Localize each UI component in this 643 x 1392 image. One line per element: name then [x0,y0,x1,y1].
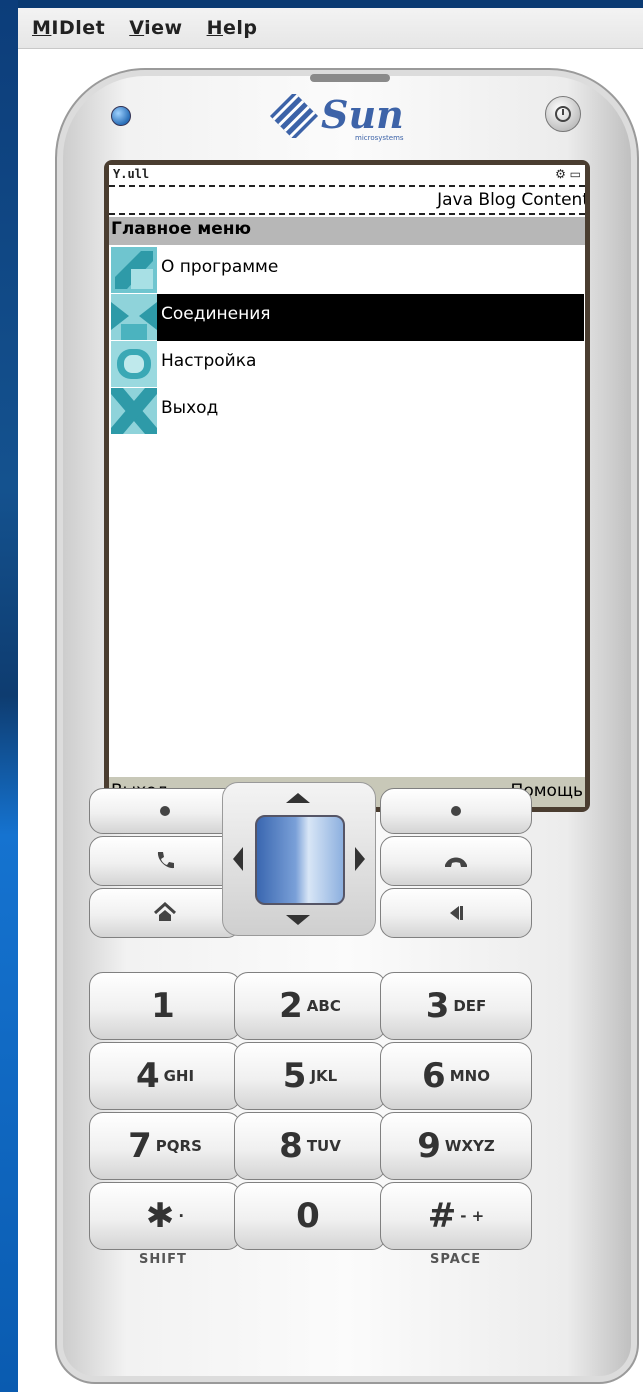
dpad-right-button[interactable] [355,847,365,871]
key-digit: 0 [296,1196,320,1236]
menu-bar: MIDlet View Help [18,8,643,49]
screen-title: Главное меню [111,219,252,239]
dpad-up-button[interactable] [286,793,310,803]
speaker-slot [310,74,390,82]
left-softkey-button[interactable] [89,788,241,834]
phone-call-icon [157,852,174,869]
key-6[interactable]: 6 MNO [380,1042,532,1110]
key-2[interactable]: 2 ABC [234,972,386,1040]
sun-diamond-icon [269,94,319,138]
sun-logo: Sun microsystems [269,92,429,152]
key-digit: 7 [128,1126,152,1166]
key-digit: 8 [279,1126,303,1166]
key-7[interactable]: 7 PQRS [89,1112,241,1180]
menu-item-label: Выход [161,398,219,418]
menu-item-connections[interactable]: Соединения [109,294,585,341]
key-digit: 5 [282,1056,307,1096]
power-button[interactable] [545,96,581,132]
key-digit: ✱ [145,1196,175,1236]
menu-item-label: Настройка [161,351,257,371]
hang-up-icon [445,857,467,867]
call-button[interactable] [89,836,241,886]
key-letters: DEF [453,997,487,1015]
key-digit: 6 [422,1056,446,1096]
home-icon [153,902,177,921]
menu-item-label: О программе [161,257,279,277]
key-8[interactable]: 8 TUV [234,1112,386,1180]
menu-view[interactable]: View [129,17,182,39]
menu-help[interactable]: Help [207,17,258,39]
menu-item-exit[interactable]: Выход [109,388,585,434]
status-bar: Y.ull ⚙ ▭ [109,165,585,187]
key-digit: # [427,1196,457,1236]
menu-item-label: Соединения [161,304,271,324]
key-0[interactable]: 0 [234,1182,386,1250]
menu-item-about[interactable]: О программе [109,247,585,293]
key-letters: TUV [306,1137,341,1155]
power-icon [555,106,571,122]
key-letters: · [178,1207,185,1225]
phone-screen: Y.ull ⚙ ▭ Java Blog Content Главное меню [109,165,585,807]
dpad-left-button[interactable] [233,847,243,871]
key-letters: MNO [449,1067,490,1085]
signal-icon: Y.ull [113,167,150,181]
dpad-down-button[interactable] [286,915,310,925]
key-letters: GHI [163,1067,195,1085]
ticker: Java Blog Content [109,187,585,215]
home-button[interactable] [89,888,241,938]
screen-title-bar: Главное меню [109,217,585,245]
key-letters: ABC [306,997,341,1015]
key-3[interactable]: 3 DEF [380,972,532,1040]
key-letters: - + [460,1207,485,1225]
key-9[interactable]: 9 WXYZ [380,1112,532,1180]
key-letters: JKL [310,1067,338,1085]
key-letters: PQRS [155,1137,202,1155]
navigation-dpad [222,782,376,936]
key-letters: WXYZ [444,1137,495,1155]
menu-midlet[interactable]: MIDlet [32,17,105,39]
key-4[interactable]: 4 GHI [89,1042,241,1110]
menu-item-settings[interactable]: Настройка [109,341,585,387]
key-digit: 4 [135,1056,160,1096]
emulator-window: MIDlet View Help Sun microsystems Y.ull … [18,8,643,1392]
brand-name: Sun [321,92,404,137]
battery-icon: ⚙ ▭ [555,167,581,181]
settings-icon [111,341,157,387]
status-led-icon [111,106,131,126]
key-star[interactable]: ✱ · [89,1182,241,1250]
key-hash[interactable]: # - + [380,1182,532,1250]
brand-sub: microsystems [355,134,404,142]
desktop-background [0,0,18,1392]
space-label: SPACE [430,1252,482,1267]
shift-label: SHIFT [139,1252,187,1267]
about-icon [111,247,157,293]
key-digit: 2 [279,986,303,1026]
right-softkey-button[interactable] [380,788,532,834]
exit-icon [111,388,157,434]
end-call-button[interactable] [380,836,532,886]
dot-icon [160,806,170,816]
key-digit: 1 [151,986,175,1026]
key-1[interactable]: 1 [89,972,241,1040]
keypad: 1 2 ABC 3 DEF 4 GHI 5 JKL 6 MNO 7 PQRS 8 TUV 9W… [56,778,562,1268]
back-button[interactable] [380,888,532,938]
key-digit: 3 [425,986,450,1026]
dpad-select-button[interactable] [255,815,345,905]
key-5[interactable]: 5 JKL [234,1042,386,1110]
screen-bezel: Y.ull ⚙ ▭ Java Blog Content Главное меню [104,160,590,812]
ticker-text: Java Blog Content [437,190,585,210]
key-digit: 9 [417,1126,441,1166]
back-icon [450,906,463,920]
connections-icon [111,294,157,340]
dot-icon [451,806,461,816]
